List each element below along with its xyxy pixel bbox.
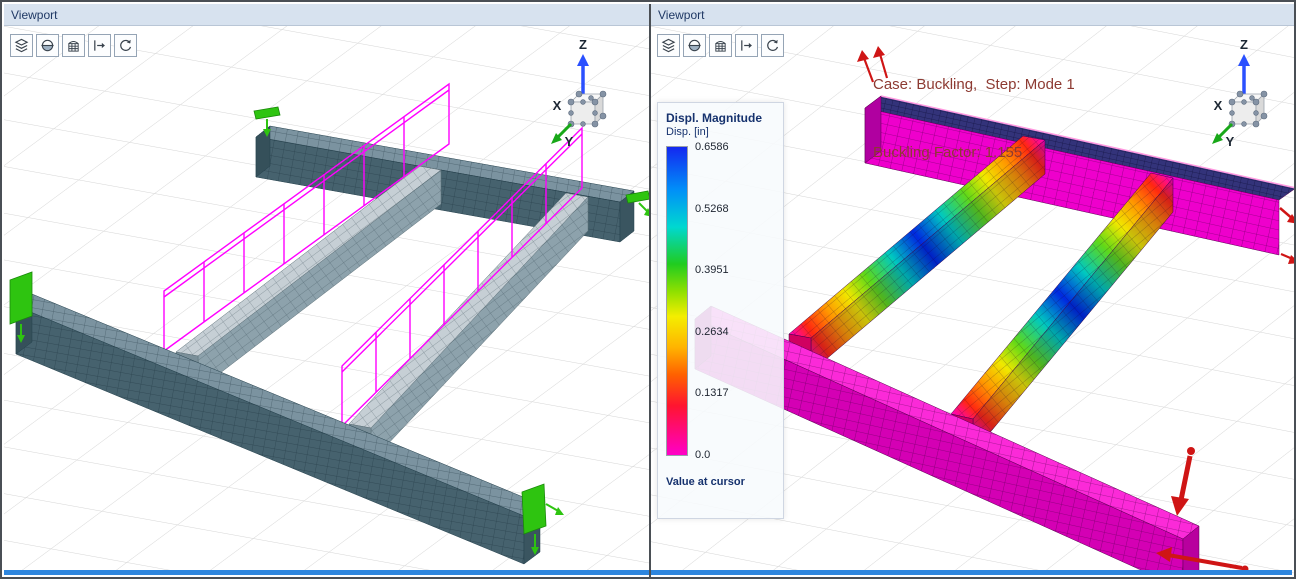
legend-tick: 0.3951	[695, 264, 729, 276]
viewport-left-title: Viewport	[11, 8, 57, 22]
viewport-left-canvas[interactable]: X Y Z	[4, 26, 649, 574]
mesh-grid-icon	[66, 38, 81, 53]
layers-icon	[14, 38, 29, 53]
viewport-left-header: Viewport	[4, 4, 649, 26]
layers-button[interactable]	[10, 34, 33, 57]
layers-icon	[661, 38, 676, 53]
mesh-grid-button[interactable]	[709, 34, 732, 57]
legend-unit-label: Disp. [in]	[666, 126, 775, 138]
viewport-right-header: Viewport	[651, 4, 1296, 26]
export-arrow-icon	[92, 38, 107, 53]
mesh-grid-button[interactable]	[62, 34, 85, 57]
view-cube-triad[interactable]: X Y Z	[545, 38, 619, 150]
export-arrow-button[interactable]	[735, 34, 758, 57]
viewport-divider[interactable]	[649, 4, 651, 579]
active-viewport-accent-bar	[4, 570, 1292, 575]
viewport-right-toolbar	[657, 34, 784, 57]
z-axis-arrow	[577, 54, 589, 66]
legend-title: Displ. Magnitude	[666, 111, 775, 125]
legend-tick: 0.6586	[695, 141, 729, 153]
view-cube-triad[interactable]: X Y Z	[1206, 38, 1280, 150]
section-plane-icon	[40, 38, 55, 53]
viewport-right[interactable]: Viewport	[651, 4, 1296, 579]
legend-tick: 0.5268	[695, 203, 729, 215]
legend-tick-labels: 0.6586 0.5268 0.3951 0.2634 0.1317 0.0	[695, 141, 729, 461]
axis-z-label: Z	[579, 38, 587, 52]
viewport-right-title: Viewport	[658, 8, 704, 22]
section-plane-icon	[687, 38, 702, 53]
mesh-grid-icon	[713, 38, 728, 53]
axis-x-label: X	[553, 98, 562, 113]
legend-tick: 0.1317	[695, 387, 729, 399]
rotate-icon	[765, 38, 780, 53]
export-arrow-button[interactable]	[88, 34, 111, 57]
legend-color-bar	[666, 146, 688, 456]
legend-tick: 0.0	[695, 449, 729, 461]
viewport-left-toolbar	[10, 34, 137, 57]
rotate-icon	[118, 38, 133, 53]
legend-tick: 0.2634	[695, 326, 729, 338]
section-plane-button[interactable]	[683, 34, 706, 57]
rotate-button[interactable]	[761, 34, 784, 57]
result-annotation: Case: Buckling, Step: Mode 1 Buckling Fa…	[873, 29, 1075, 209]
viewport-right-canvas[interactable]: Case: Buckling, Step: Mode 1 Buckling Fa…	[651, 26, 1296, 574]
axis-y-label: Y	[1226, 134, 1235, 149]
viewport-left[interactable]: Viewport	[4, 4, 649, 579]
axis-x-label: X	[1214, 98, 1223, 113]
export-arrow-icon	[739, 38, 754, 53]
axis-z-label: Z	[1240, 38, 1248, 52]
z-axis-arrow	[1238, 54, 1250, 66]
axis-y-label: Y	[565, 134, 574, 149]
legend-cursor-label: Value at cursor	[666, 476, 775, 488]
result-legend: Displ. Magnitude Disp. [in] 0.6586 0.526…	[657, 102, 784, 519]
case-step-label: Case: Buckling, Step: Mode 1	[873, 74, 1075, 97]
rotate-button[interactable]	[114, 34, 137, 57]
buckling-factor-label: Buckling Factor: 1.155	[873, 142, 1075, 165]
layers-button[interactable]	[657, 34, 680, 57]
section-plane-button[interactable]	[36, 34, 59, 57]
app-window: Viewport	[0, 0, 1296, 579]
